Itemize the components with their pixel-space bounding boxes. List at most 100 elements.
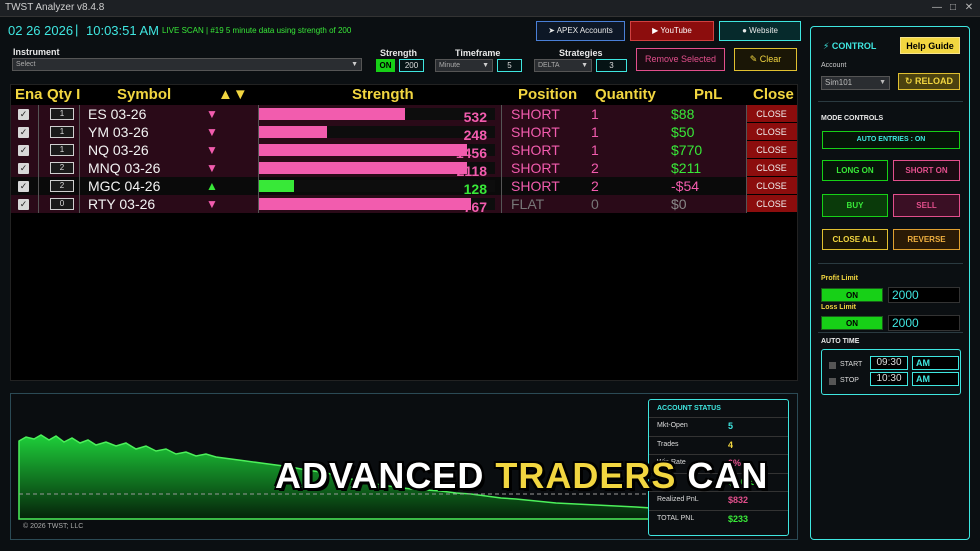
promo-overlay-text: ADVANCED TRADERS CAN [275,455,769,496]
strength-on-toggle[interactable]: ON [376,59,395,72]
position-cell: SHORT [511,142,560,158]
website-button[interactable]: ● Website [719,21,801,41]
strength-value-input[interactable]: 200 [399,59,424,72]
enable-checkbox[interactable]: ✓ [18,145,29,156]
symbol-cell: MGC 04-26 [88,178,161,194]
qty-input[interactable]: 0 [50,198,74,210]
pnl-cell: $211 [671,160,702,176]
loss-limit-label: Loss Limit [821,304,857,311]
enable-checkbox[interactable]: ✓ [18,163,29,174]
strength-bar-track: 248 [259,126,495,143]
control-panel: ⚡ CONTROL Help Guide Account Sim101 ▼ ↻ R… [810,26,970,540]
strength-bar-track: 767 [259,198,495,215]
enable-checkbox[interactable]: ✓ [18,199,29,210]
strategies-label: Strategies [559,48,603,58]
broom-icon: ✎ [749,54,760,64]
column-divider [501,105,502,213]
strategies-count-input[interactable]: 3 [596,59,627,72]
close-position-button[interactable]: CLOSE [746,177,797,195]
header-bar: 02 26 2026 | 10:03:51 AM LIVE SCAN | #19… [0,17,808,45]
positions-table: Ena Qty I Symbol ▲▼ Strength Position Qu… [10,84,798,381]
strength-bar-fill [259,144,467,156]
strength-bar-track: 532 [259,108,495,125]
start-ampm-select[interactable]: AM [912,356,959,370]
short-on-button[interactable]: SHORT ON [893,160,960,181]
profit-limit-label: Profit Limit [821,275,858,282]
qty-input[interactable]: 2 [50,180,74,192]
loss-limit-toggle[interactable]: ON [821,316,883,330]
qty-input[interactable]: 1 [50,108,74,120]
control-title: ⚡ CONTROL [823,41,877,51]
time-display: 10:03:51 AM [86,23,159,38]
mode-controls-label: MODE CONTROLS [821,115,884,122]
close-position-button[interactable]: CLOSE [746,159,797,177]
stop-time-input[interactable]: 10:30 [870,372,908,386]
account-label: Account [821,62,847,69]
strength-bar-fill [259,162,467,174]
copyright-text: © 2026 TWST; LLC [23,523,84,530]
start-checkbox[interactable] [829,362,836,369]
apex-accounts-button[interactable]: ➤ APEX Accounts [536,21,625,41]
close-position-button[interactable]: CLOSE [746,195,797,213]
rocket-icon: ➤ [548,26,557,35]
header-close: Close [753,86,794,103]
long-on-button[interactable]: LONG ON [822,160,888,181]
timeframe-select[interactable]: Minute ▼ [435,59,493,72]
account-status-key: TOTAL PNL [657,514,695,522]
table-header: Ena Qty I Symbol ▲▼ Strength Position Qu… [11,85,797,104]
account-status-row: TOTAL PNL $233 [649,509,788,528]
profit-limit-toggle[interactable]: ON [821,288,883,302]
auto-time-box: START 09:30 AM STOP 10:30 AM [821,349,961,395]
timeframe-label: Timeframe [455,48,501,58]
strategies-select[interactable]: DELTA ▼ [534,59,592,72]
chevron-down-icon: ▼ [581,62,588,69]
loss-limit-input[interactable]: 2000 [888,315,960,331]
enable-checkbox[interactable]: ✓ [18,181,29,192]
header-separator: | [75,22,79,37]
stop-ampm-select[interactable]: AM [912,372,959,386]
sell-button[interactable]: SELL [893,194,960,217]
close-position-button[interactable]: CLOSE [746,141,797,159]
close-position-button[interactable]: CLOSE [746,105,797,123]
reload-button[interactable]: ↻ RELOAD [898,73,960,90]
reverse-button[interactable]: REVERSE [893,229,960,250]
profit-limit-input[interactable]: 2000 [888,287,960,303]
qty-input[interactable]: 1 [50,144,74,156]
header-quantity: Quantity [595,86,656,103]
account-select[interactable]: Sim101 ▼ [821,76,890,90]
qty-input[interactable]: 2 [50,162,74,174]
table-row: ✓ 0 RTY 03-26 ▼ 767 FLAT 0 $0 CLOSE [11,195,797,215]
minimize-icon[interactable]: — [930,1,944,14]
help-guide-button[interactable]: Help Guide [900,37,960,54]
account-status-value: 4 [728,439,734,450]
close-position-button[interactable]: CLOSE [746,123,797,141]
maximize-icon[interactable]: □ [946,1,960,14]
chevron-down-icon: ▼ [482,62,489,69]
enable-checkbox[interactable]: ✓ [18,109,29,120]
close-window-icon[interactable]: ✕ [962,1,976,14]
strength-bar-track: 128 [259,180,495,197]
timeframe-period-input[interactable]: 5 [497,59,522,72]
remove-selected-button[interactable]: Remove Selected [636,48,725,71]
qty-input[interactable]: 1 [50,126,74,138]
start-time-input[interactable]: 09:30 [870,356,908,370]
title-bar: TWST Analyzer v8.4.8 — □ ✕ [0,0,980,17]
pnl-cell: $50 [671,124,695,140]
buy-button[interactable]: BUY [822,194,888,217]
chevron-down-icon: ▼ [351,61,358,68]
account-status-title: ACCOUNT STATUS [657,405,721,412]
stop-checkbox[interactable] [829,378,836,385]
column-divider [746,105,747,213]
auto-entries-button[interactable]: AUTO ENTRIES : ON [822,131,960,149]
header-direction: ▲▼ [218,86,248,103]
instrument-select[interactable]: Select ▼ [12,58,362,71]
table-row: ✓ 1 ES 03-26 ▼ 532 SHORT 1 $88 CLOSE [11,105,797,125]
instrument-label: Instrument [13,47,60,57]
close-all-button[interactable]: CLOSE ALL [822,229,888,250]
down-arrow-icon: ▼ [206,143,218,157]
enable-checkbox[interactable]: ✓ [18,127,29,138]
clear-button[interactable]: ✎ Clear [734,48,797,71]
table-row: ✓ 1 YM 03-26 ▼ 248 SHORT 1 $50 CLOSE [11,123,797,143]
scan-status: LIVE SCAN | #19 5 minute data using stre… [162,26,352,35]
youtube-button[interactable]: ▶ YouTube [630,21,714,41]
